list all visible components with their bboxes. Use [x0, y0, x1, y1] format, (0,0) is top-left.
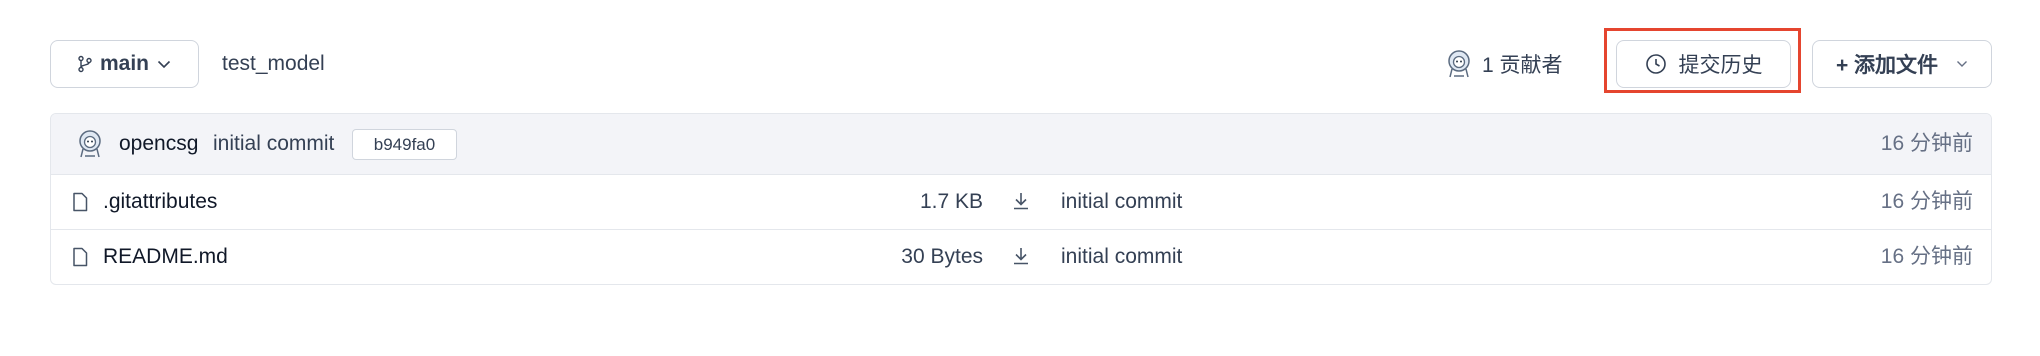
commit-history-label: 提交历史	[1678, 54, 1763, 77]
branch-selector[interactable]: main	[50, 40, 199, 88]
branch-label: main	[99, 52, 149, 75]
add-file-button[interactable]: + 添加文件	[1812, 40, 1992, 88]
latest-commit-row: opencsg initial commit b949fa0 16 分钟前	[51, 114, 1991, 175]
table-row: README.md 30 Bytes initial commit 16 分钟前	[51, 230, 1991, 284]
contributors-link[interactable]: 1 贡献者	[1446, 40, 1563, 88]
file-icon	[73, 192, 88, 212]
table-row: .gitattributes 1.7 KB initial commit 16 …	[51, 175, 1991, 230]
commit-time: 16 分钟前	[1880, 132, 1973, 155]
contributors-label: 1 贡献者	[1482, 54, 1563, 77]
file-commit-time: 16 分钟前	[1880, 190, 1973, 213]
git-branch-icon	[78, 55, 92, 73]
file-commit-time: 16 分钟前	[1880, 245, 1973, 268]
file-size: 1.7 KB	[919, 190, 983, 213]
avatar-icon	[79, 130, 101, 158]
commit-history-button[interactable]: 提交历史	[1616, 40, 1791, 88]
add-file-label: + 添加文件	[1835, 54, 1939, 77]
chevron-down-icon	[1957, 61, 1968, 67]
chevron-down-icon	[157, 60, 171, 69]
avatar-icon	[1448, 50, 1470, 78]
file-name[interactable]: .gitattributes	[103, 175, 217, 229]
file-commit-message[interactable]: initial commit	[1061, 230, 1182, 284]
file-name[interactable]: README.md	[103, 230, 228, 284]
commit-author[interactable]: opencsg	[119, 114, 198, 174]
repo-files-view: main test_model 1 贡献者 提交历史 + 添加文件 opencs…	[0, 0, 2040, 356]
clock-icon	[1645, 54, 1666, 74]
file-icon	[73, 247, 88, 267]
commit-hash-badge[interactable]: b949fa0	[352, 129, 457, 160]
repo-name: test_model	[222, 52, 325, 75]
download-icon[interactable]	[1010, 245, 1032, 267]
file-size: 30 Bytes	[901, 245, 983, 268]
commit-message: initial commit	[213, 132, 335, 155]
file-table: opencsg initial commit b949fa0 16 分钟前 .g…	[50, 113, 1992, 285]
download-icon[interactable]	[1010, 190, 1032, 212]
file-commit-message[interactable]: initial commit	[1061, 175, 1182, 229]
